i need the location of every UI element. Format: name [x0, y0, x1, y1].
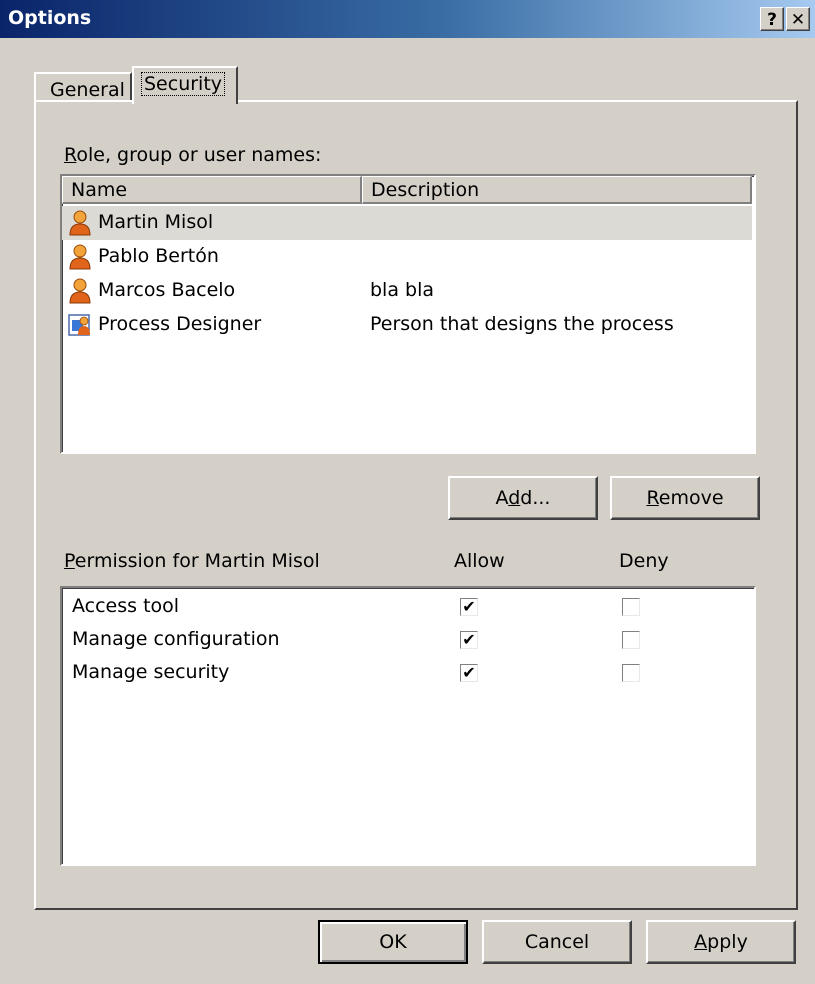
allow-checkbox[interactable]: ✔ [460, 598, 478, 616]
remove-button-label: Remove [646, 487, 724, 509]
permission-name: Access tool [72, 595, 180, 617]
deny-checkbox[interactable] [622, 664, 640, 682]
principal-description: Person that designs the process [370, 313, 674, 335]
security-tab-panel: Role, group or user names: Name Descript… [34, 100, 798, 910]
permissions-list[interactable]: Access tool ✔ Manage configuration ✔ Man… [60, 586, 756, 866]
check-mark-icon: ✔ [462, 663, 476, 682]
options-dialog: Options ? ✕ General Role, group or user … [0, 0, 815, 984]
add-button-label: Add... [495, 487, 551, 509]
user-icon [69, 244, 91, 270]
permission-name: Manage configuration [72, 628, 280, 650]
user-icon [69, 210, 91, 236]
tab-security-label: Security [140, 72, 226, 96]
allow-checkbox[interactable]: ✔ [460, 664, 478, 682]
principal-row[interactable]: Process Designer Person that designs the… [62, 308, 752, 342]
deny-checkbox[interactable] [622, 598, 640, 616]
principals-list[interactable]: Name Description Martin Misol Pablo Bert… [60, 174, 756, 454]
column-header-description-label: Description [371, 179, 480, 201]
permission-row: Manage configuration ✔ [62, 625, 752, 659]
principal-row[interactable]: Martin Misol [62, 206, 752, 240]
principals-label: Role, group or user names: [64, 144, 322, 166]
principal-description: bla bla [370, 279, 435, 301]
permission-name: Manage security [72, 661, 230, 683]
principal-name: Marcos Bacelo [98, 279, 236, 301]
deny-checkbox[interactable] [622, 631, 640, 649]
cancel-button[interactable]: Cancel [482, 920, 632, 964]
help-button[interactable]: ? [760, 7, 784, 31]
add-button[interactable]: Add... [448, 476, 598, 520]
close-button[interactable]: ✕ [786, 7, 810, 31]
principal-name: Process Designer [98, 313, 262, 335]
ok-button-label: OK [379, 931, 407, 953]
principal-name: Martin Misol [98, 211, 214, 233]
check-mark-icon: ✔ [462, 630, 476, 649]
principal-row[interactable]: Pablo Bertón [62, 240, 752, 274]
column-header-name[interactable]: Name [62, 176, 362, 204]
ok-button[interactable]: OK [318, 920, 468, 964]
column-header-name-label: Name [71, 179, 128, 201]
permission-row: Access tool ✔ [62, 592, 752, 626]
deny-header: Deny [619, 550, 669, 572]
cancel-button-label: Cancel [524, 931, 590, 953]
tab-general[interactable]: General [34, 72, 132, 102]
permission-row: Manage security ✔ [62, 658, 752, 692]
apply-button-label: Apply [694, 931, 748, 953]
allow-checkbox[interactable]: ✔ [460, 631, 478, 649]
column-header-description[interactable]: Description [362, 176, 752, 204]
window-title: Options [8, 7, 92, 29]
remove-button[interactable]: Remove [610, 476, 760, 520]
role-icon [68, 314, 90, 336]
apply-button[interactable]: Apply [646, 920, 796, 964]
principal-row[interactable]: Marcos Bacelo bla bla [62, 274, 752, 308]
tab-general-label: General [50, 79, 125, 101]
tab-security[interactable]: Security [132, 66, 238, 104]
title-bar[interactable]: Options ? ✕ [0, 0, 815, 38]
allow-header: Allow [454, 550, 505, 572]
user-icon [69, 278, 91, 304]
check-mark-icon: ✔ [462, 597, 476, 616]
principal-name: Pablo Bertón [98, 245, 219, 267]
permissions-label: Permission for Martin Misol [64, 550, 320, 572]
